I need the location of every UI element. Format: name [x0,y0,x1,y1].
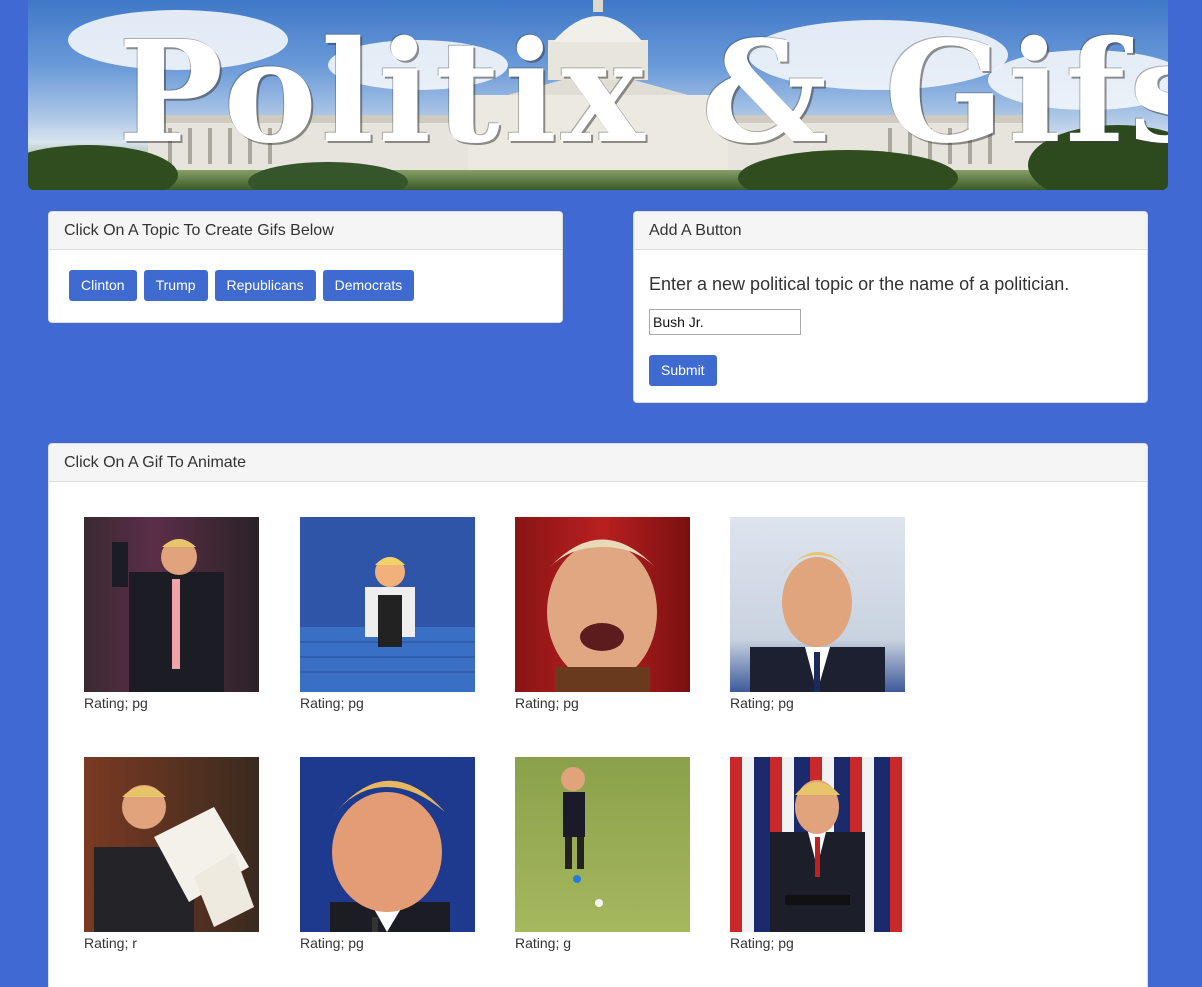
topics-panel-heading: Click On A Topic To Create Gifs Below [49,212,562,250]
gifs-panel: Click On A Gif To Animate Rating; pg Rat… [48,443,1148,987]
gif-rating: Rating; pg [515,695,579,711]
gif-image[interactable] [515,757,690,932]
gif-rating: Rating; pg [84,695,148,711]
add-button-panel: Add A Button Enter a new political topic… [633,211,1148,403]
gif-item[interactable]: Rating; pg [300,757,475,952]
gif-rating: Rating; pg [730,935,794,951]
topic-button-democrats[interactable]: Democrats [322,270,415,301]
gifs-panel-heading: Click On A Gif To Animate [49,444,1147,482]
gif-item[interactable]: Rating; r [84,757,259,952]
topic-button-republicans[interactable]: Republicans [214,270,316,301]
site-title: Politix & Gifs [118,11,1168,175]
gif-image[interactable] [300,757,475,932]
add-button-panel-heading: Add A Button [634,212,1147,250]
gif-item[interactable]: Rating; pg [84,517,259,712]
gif-image[interactable] [300,517,475,692]
topic-button-clinton[interactable]: Clinton [69,270,137,301]
gif-rating: Rating; r [84,935,137,951]
submit-button[interactable]: Submit [649,355,717,386]
gif-item[interactable]: Rating; pg [300,517,475,712]
gif-item[interactable]: Rating; pg [730,517,905,712]
new-topic-input[interactable] [649,309,801,335]
add-topic-prompt: Enter a new political topic or the name … [649,274,1070,294]
gif-rating: Rating; pg [730,695,794,711]
gif-item[interactable]: Rating; pg [515,517,690,712]
gif-item[interactable]: Rating; g [515,757,690,952]
gif-rating: Rating; pg [300,695,364,711]
site-banner: Politix & Gifs [28,0,1168,190]
topic-button-trump[interactable]: Trump [143,270,208,301]
gif-image[interactable] [84,757,259,932]
gif-image[interactable] [84,517,259,692]
gif-image[interactable] [730,517,905,692]
gif-image[interactable] [515,517,690,692]
topics-panel: Click On A Topic To Create Gifs Below Cl… [48,211,563,323]
gif-rating: Rating; pg [300,935,364,951]
gif-item[interactable]: Rating; pg [730,757,905,952]
gif-image[interactable] [730,757,905,932]
gif-rating: Rating; g [515,935,572,951]
